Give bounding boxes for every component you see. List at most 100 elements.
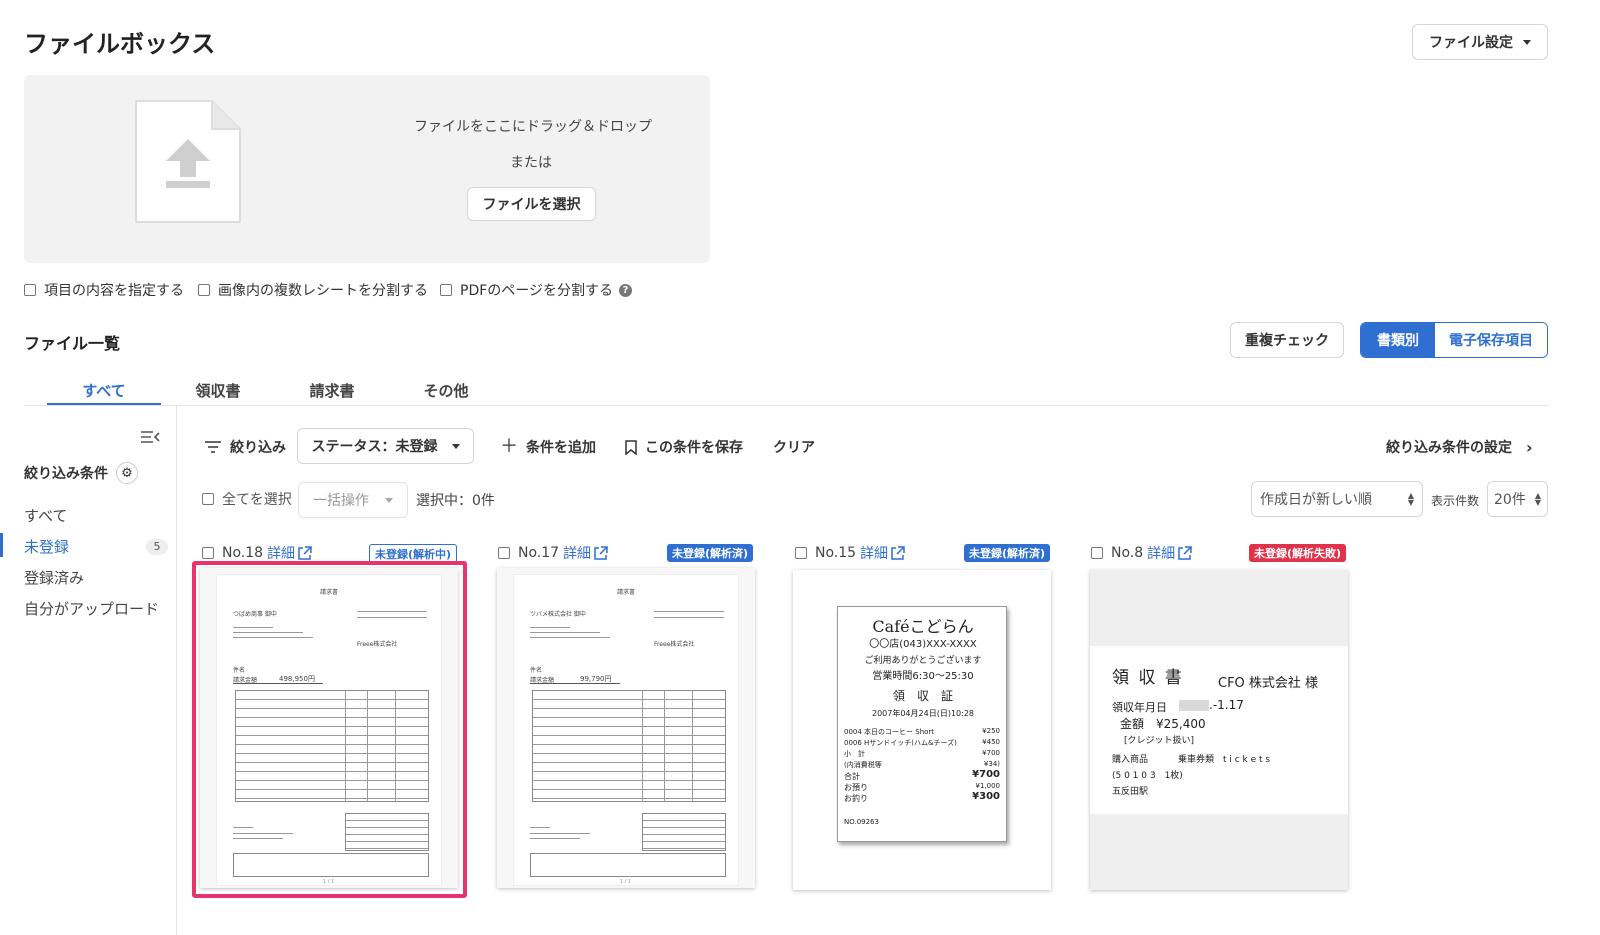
file-card[interactable]: 領 収 書 CFO 株式会社 様 領収年月日 .-1.17 金額 ¥25,400… <box>1090 570 1348 890</box>
bulk-action-select[interactable]: 一括操作 <box>298 482 408 518</box>
chevron-down-icon <box>451 443 460 449</box>
receipt-line-name: 小 計 <box>844 750 865 758</box>
checkbox[interactable] <box>198 284 210 296</box>
text-line <box>530 838 580 839</box>
file-settings-label: ファイル設定 <box>1429 35 1513 51</box>
option-split-receipts[interactable]: 画像内の複数レシートを分割する <box>198 280 428 300</box>
checkbox[interactable] <box>795 547 807 559</box>
receipt-station: 五反田駅 <box>1112 787 1149 797</box>
filter-icon <box>205 441 221 453</box>
status-select[interactable]: ステータス：未登録 <box>297 428 474 464</box>
chevron-down-icon <box>385 497 393 503</box>
add-condition-button[interactable]: ＋ 条件を追加 <box>500 437 596 457</box>
sidebar-item-all[interactable]: すべて <box>24 505 67 526</box>
status-badge: 未登録(解析済) <box>667 544 754 562</box>
invoice-company: Freee株式会社 <box>654 641 695 648</box>
page-indicator: 1 / 1 <box>620 879 632 885</box>
invoice-recipient: ツバメ株式会社 御中 <box>530 611 586 618</box>
file-list-title: ファイル一覧 <box>24 334 121 353</box>
view-by-type-button[interactable]: 書類別 <box>1361 323 1435 357</box>
receipt-credit: [クレジット扱い] <box>1124 736 1195 746</box>
bookmark-icon <box>625 439 637 455</box>
add-condition-label: 条件を追加 <box>526 440 596 456</box>
per-page-select[interactable]: 20件 ▲ ▼ <box>1487 481 1548 517</box>
drop-text: ファイルをここにドラッグ＆ドロップ <box>414 119 652 135</box>
duplicate-check-button[interactable]: 重複チェック <box>1230 322 1344 358</box>
receipt-thumbnail: Caféこどらん 〇〇店(043)XXX-XXXX ご利用ありがとうございます … <box>837 606 1007 842</box>
per-page-label: 表示件数 <box>1431 494 1480 508</box>
chevron-down-icon <box>1523 39 1531 45</box>
detail-link[interactable]: 詳細 <box>563 543 591 563</box>
external-link-icon[interactable] <box>1177 545 1192 561</box>
card-number: No.18 <box>222 545 264 561</box>
checkbox[interactable] <box>498 547 510 559</box>
tab-all[interactable]: すべて <box>48 380 160 401</box>
sort-select[interactable]: 作成日が新しい順 ▲ ▼ <box>1251 481 1423 517</box>
text-line <box>530 827 550 828</box>
card-number: No.15 <box>815 545 857 561</box>
save-condition-button[interactable]: この条件を保存 <box>625 437 743 457</box>
option-specify-items[interactable]: 項目の内容を指定する <box>24 280 184 300</box>
filter-settings-link[interactable]: 絞り込み条件の設定 › <box>1386 437 1533 457</box>
remarks-box <box>530 853 726 877</box>
select-all[interactable]: 全てを選択 <box>202 489 292 509</box>
detail-link[interactable]: 詳細 <box>267 543 295 563</box>
receipt-line-price: ¥450 <box>982 738 1000 746</box>
view-toggle: 書類別 電子保存項目 <box>1360 322 1548 358</box>
file-settings-button[interactable]: ファイル設定 <box>1412 24 1548 60</box>
save-condition-label: この条件を保存 <box>645 440 743 456</box>
checkbox[interactable] <box>24 284 36 296</box>
receipt-item-value: 乗車券類 t i c k e t s <box>1178 755 1271 765</box>
per-page-value: 20件 <box>1494 492 1526 508</box>
updown-icon: ▲ ▼ <box>1407 491 1414 507</box>
invoice-thumbnail: 請求書 ツバメ株式会社 御中 Freee株式会社 件名 請求金額 99,790円… <box>513 574 739 886</box>
sidebar-divider <box>176 406 177 935</box>
checkbox[interactable] <box>202 493 214 505</box>
clear-button[interactable]: クリア <box>773 437 815 457</box>
receipt-line-name: 0004 本日のコーヒー Short <box>844 728 935 736</box>
text-line <box>530 627 570 628</box>
external-link-icon[interactable] <box>890 545 905 561</box>
receipt-hours: 営業時間6:30〜25:30 <box>872 671 974 682</box>
file-card[interactable]: Caféこどらん 〇〇店(043)XXX-XXXX ご利用ありがとうございます … <box>793 570 1051 890</box>
external-link-icon[interactable] <box>297 545 312 561</box>
tab-others[interactable]: その他 <box>404 380 488 401</box>
checkbox[interactable] <box>440 284 452 296</box>
upload-dropzone[interactable]: ファイルをここにドラッグ＆ドロップ または ファイルを選択 <box>24 75 710 263</box>
option-split-pdf[interactable]: PDFのページを分割する ? <box>440 280 632 300</box>
invoice-subject: 件名 <box>530 667 543 674</box>
card-number: No.17 <box>518 545 560 561</box>
option-label: PDFのページを分割する <box>460 283 613 299</box>
file-card[interactable]: 請求書 ツバメ株式会社 御中 Freee株式会社 件名 請求金額 99,790円… <box>497 568 755 888</box>
text-line <box>654 611 724 612</box>
receipt-date: 2007年04月24日(日)10:28 <box>871 709 974 718</box>
detail-link[interactable]: 詳細 <box>1147 543 1175 563</box>
sidebar-item-registered[interactable]: 登録済み <box>24 567 84 588</box>
card-number: No.8 <box>1111 545 1144 561</box>
sidebar-active-bar <box>0 533 3 557</box>
sidebar-item-unregistered[interactable]: 未登録 <box>24 536 69 557</box>
select-file-button[interactable]: ファイルを選択 <box>467 187 596 221</box>
external-link-icon[interactable] <box>593 545 608 561</box>
tab-receipts[interactable]: 領収書 <box>176 380 260 401</box>
view-by-storage-button[interactable]: 電子保存項目 <box>1435 323 1547 357</box>
checkbox[interactable] <box>202 547 214 559</box>
sidebar-item-my-uploads[interactable]: 自分がアップロード <box>24 598 159 619</box>
column-line <box>642 690 643 802</box>
receipt-line-name: お釣り <box>844 794 868 803</box>
status-badge: 未登録(解析失敗) <box>1249 544 1347 562</box>
gear-icon[interactable]: ⚙ <box>116 462 138 484</box>
totals-table <box>642 813 726 851</box>
help-icon[interactable]: ? <box>619 283 632 297</box>
detail-link[interactable]: 詳細 <box>860 543 888 563</box>
filter-toggle[interactable]: 絞り込み <box>204 437 286 457</box>
checkbox[interactable] <box>1091 547 1103 559</box>
receipt-item-label: 購入商品 <box>1112 755 1149 765</box>
tab-invoices[interactable]: 請求書 <box>290 380 374 401</box>
text-line <box>530 833 590 834</box>
sidebar-heading: 絞り込み条件 ⚙ <box>24 462 138 484</box>
receipt-line-price: ¥1,000 <box>975 782 1001 790</box>
page-title: ファイルボックス <box>24 30 216 58</box>
collapse-sidebar-icon[interactable] <box>140 430 160 444</box>
receipt-recipient: CFO 株式会社 様 <box>1218 676 1319 691</box>
